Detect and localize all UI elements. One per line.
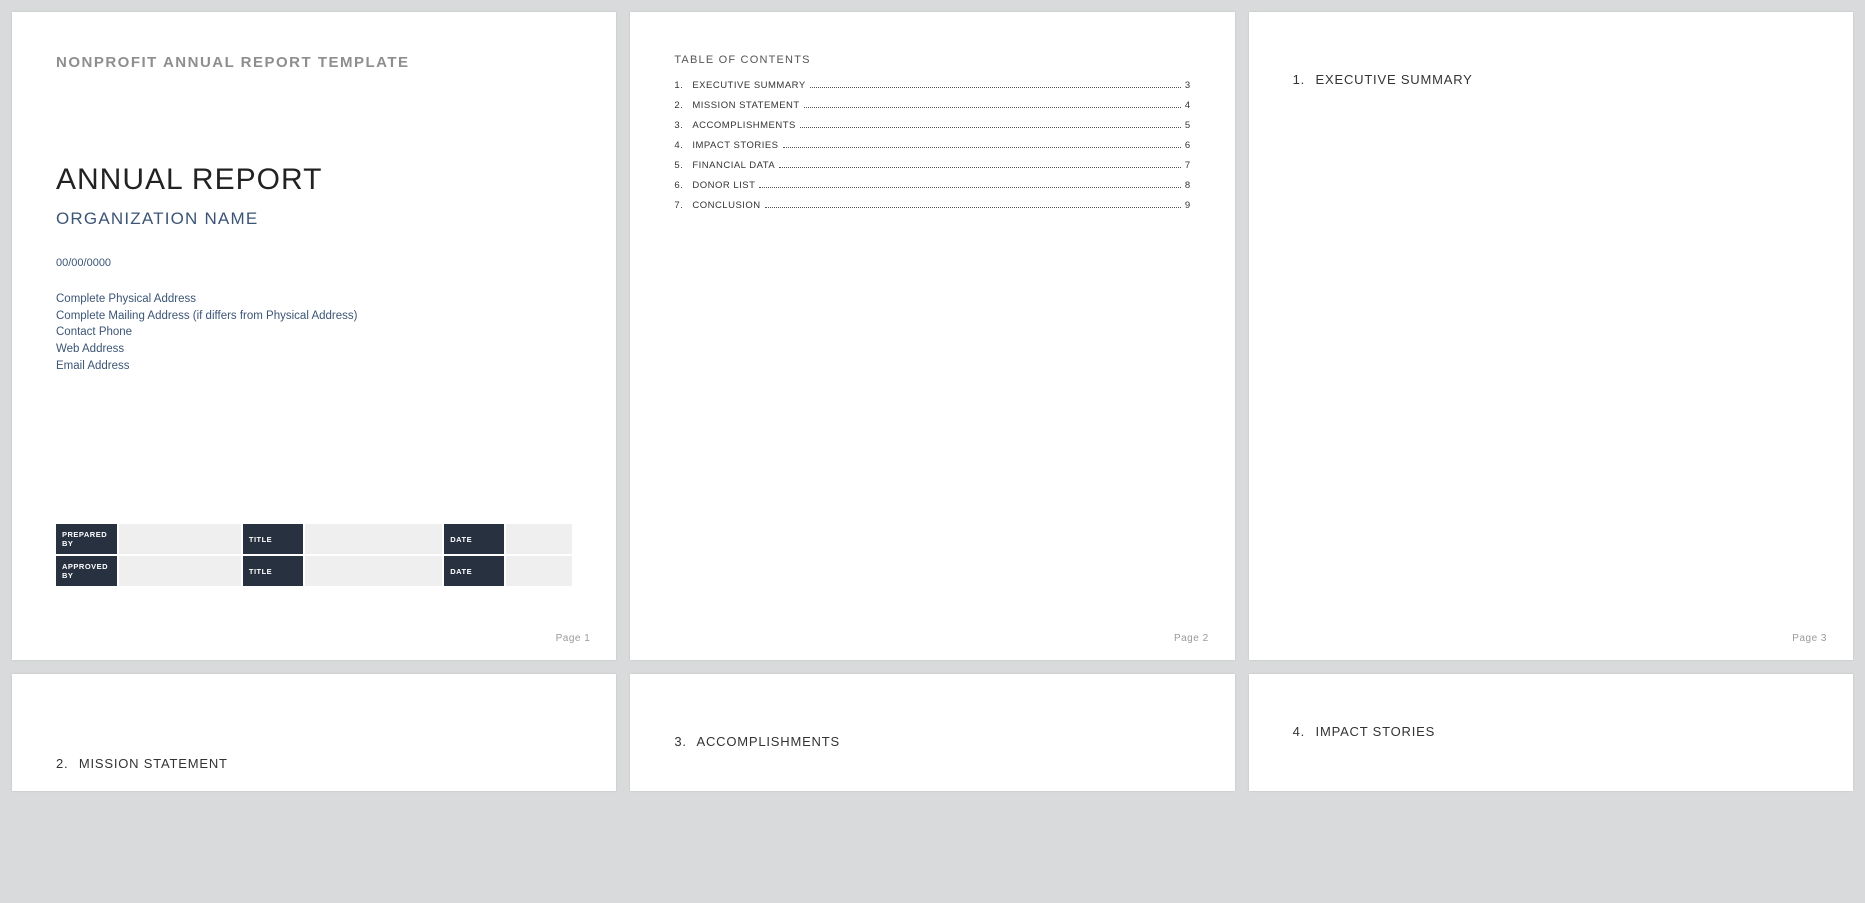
toc-item-number: 1.	[674, 80, 692, 91]
toc-dots	[804, 107, 1181, 108]
toc-item-number: 7.	[674, 200, 692, 211]
toc-list: 1. EXECUTIVE SUMMARY 3 2. MISSION STATEM…	[674, 80, 1190, 211]
toc-dots	[783, 147, 1181, 148]
toc-item-page: 8	[1185, 180, 1191, 191]
toc-item-number: 2.	[674, 100, 692, 111]
toc-dots	[810, 87, 1181, 88]
toc-dots	[759, 187, 1180, 188]
page-1: NONPROFIT ANNUAL REPORT TEMPLATE ANNUAL …	[12, 12, 616, 660]
page-6: 4. IMPACT STORIES	[1249, 674, 1853, 791]
toc-item: 1. EXECUTIVE SUMMARY 3	[674, 80, 1190, 91]
section-title: IMPACT STORIES	[1316, 724, 1436, 739]
date-value	[505, 555, 572, 586]
toc-item-page: 4	[1185, 100, 1191, 111]
approved-by-value	[118, 555, 242, 586]
toc-item-number: 6.	[674, 180, 692, 191]
toc-item-label: MISSION STATEMENT	[692, 100, 799, 111]
document-canvas: NONPROFIT ANNUAL REPORT TEMPLATE ANNUAL …	[12, 12, 1853, 791]
table-row: PREPARED BY TITLE DATE	[56, 524, 572, 555]
toc-dots	[800, 127, 1181, 128]
section-number: 1.	[1293, 72, 1305, 87]
physical-address: Complete Physical Address	[56, 291, 572, 308]
prepared-by-label: PREPARED BY	[56, 524, 118, 555]
report-date: 00/00/0000	[56, 257, 572, 269]
report-title: ANNUAL REPORT	[56, 163, 572, 197]
toc-item: 7. CONCLUSION 9	[674, 200, 1190, 211]
toc-item: 4. IMPACT STORIES 6	[674, 140, 1190, 151]
toc-item-page: 5	[1185, 120, 1191, 131]
section-heading-mission-statement: 2. MISSION STATEMENT	[56, 756, 572, 771]
title-label: TITLE	[242, 555, 304, 586]
toc-item-label: DONOR LIST	[692, 180, 755, 191]
toc-item-page: 9	[1185, 200, 1191, 211]
page-5: 3. ACCOMPLISHMENTS	[630, 674, 1234, 791]
section-number: 3.	[674, 734, 686, 749]
mailing-address: Complete Mailing Address (if differs fro…	[56, 308, 572, 325]
toc-item: 2. MISSION STATEMENT 4	[674, 100, 1190, 111]
page-2: TABLE OF CONTENTS 1. EXECUTIVE SUMMARY 3…	[630, 12, 1234, 660]
toc-item-number: 4.	[674, 140, 692, 151]
toc-item-label: CONCLUSION	[692, 200, 760, 211]
section-title: EXECUTIVE SUMMARY	[1316, 72, 1473, 87]
email-address: Email Address	[56, 358, 572, 375]
title-label: TITLE	[242, 524, 304, 555]
section-title: ACCOMPLISHMENTS	[696, 734, 839, 749]
page-number: Page 3	[1792, 633, 1827, 644]
contact-info: Complete Physical Address Complete Maili…	[56, 291, 572, 374]
organization-name: ORGANIZATION NAME	[56, 209, 572, 229]
template-label: NONPROFIT ANNUAL REPORT TEMPLATE	[56, 54, 572, 71]
page-4: 2. MISSION STATEMENT	[12, 674, 616, 791]
approved-by-label: APPROVED BY	[56, 555, 118, 586]
section-title: MISSION STATEMENT	[79, 756, 228, 771]
approval-table: PREPARED BY TITLE DATE APPROVED BY TITLE…	[56, 524, 572, 586]
section-heading-impact-stories: 4. IMPACT STORIES	[1293, 724, 1809, 739]
date-label: DATE	[443, 555, 505, 586]
toc-item-number: 3.	[674, 120, 692, 131]
toc-item: 6. DONOR LIST 8	[674, 180, 1190, 191]
toc-item-label: ACCOMPLISHMENTS	[692, 120, 796, 131]
toc-item-label: IMPACT STORIES	[692, 140, 778, 151]
toc-item-page: 6	[1185, 140, 1191, 151]
title-value	[304, 524, 443, 555]
toc-item-label: FINANCIAL DATA	[692, 160, 775, 171]
toc-item-page: 7	[1185, 160, 1191, 171]
toc-item: 5. FINANCIAL DATA 7	[674, 160, 1190, 171]
date-value	[505, 524, 572, 555]
web-address: Web Address	[56, 341, 572, 358]
section-heading-executive-summary: 1. EXECUTIVE SUMMARY	[1293, 72, 1809, 87]
table-row: APPROVED BY TITLE DATE	[56, 555, 572, 586]
title-value	[304, 555, 443, 586]
section-number: 2.	[56, 756, 68, 771]
toc-dots	[779, 167, 1181, 168]
prepared-by-value	[118, 524, 242, 555]
contact-phone: Contact Phone	[56, 324, 572, 341]
toc-item: 3. ACCOMPLISHMENTS 5	[674, 120, 1190, 131]
toc-item-page: 3	[1185, 80, 1191, 91]
toc-item-label: EXECUTIVE SUMMARY	[692, 80, 805, 91]
section-heading-accomplishments: 3. ACCOMPLISHMENTS	[674, 734, 1190, 749]
date-label: DATE	[443, 524, 505, 555]
toc-dots	[765, 207, 1181, 208]
toc-title: TABLE OF CONTENTS	[674, 54, 1190, 66]
page-3: 1. EXECUTIVE SUMMARY Page 3	[1249, 12, 1853, 660]
section-number: 4.	[1293, 724, 1305, 739]
page-number: Page 2	[1174, 633, 1209, 644]
toc-item-number: 5.	[674, 160, 692, 171]
page-number: Page 1	[556, 633, 591, 644]
